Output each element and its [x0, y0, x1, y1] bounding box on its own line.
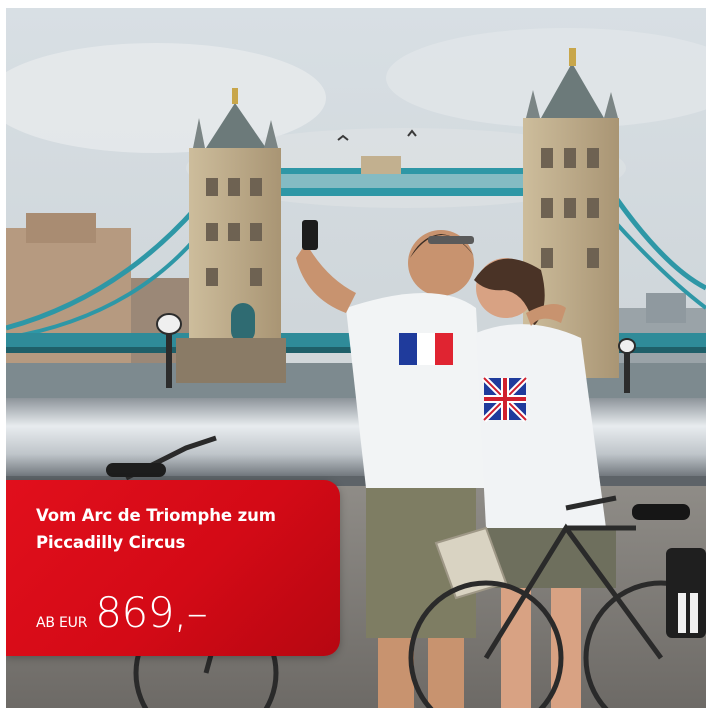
- french-flag-icon: [399, 333, 417, 365]
- union-jack-icon: [481, 375, 529, 423]
- price-row: AB EUR 869,–: [36, 588, 208, 637]
- promo-banner[interactable]: Vom Arc de Triomphe zum Piccadilly Circu…: [6, 8, 706, 708]
- offer-title: Vom Arc de Triomphe zum Piccadilly Circu…: [36, 506, 276, 552]
- price-value: 869,–: [95, 588, 208, 637]
- price-prefix: AB EUR: [36, 615, 88, 631]
- offer-card[interactable]: Vom Arc de Triomphe zum Piccadilly Circu…: [6, 480, 340, 656]
